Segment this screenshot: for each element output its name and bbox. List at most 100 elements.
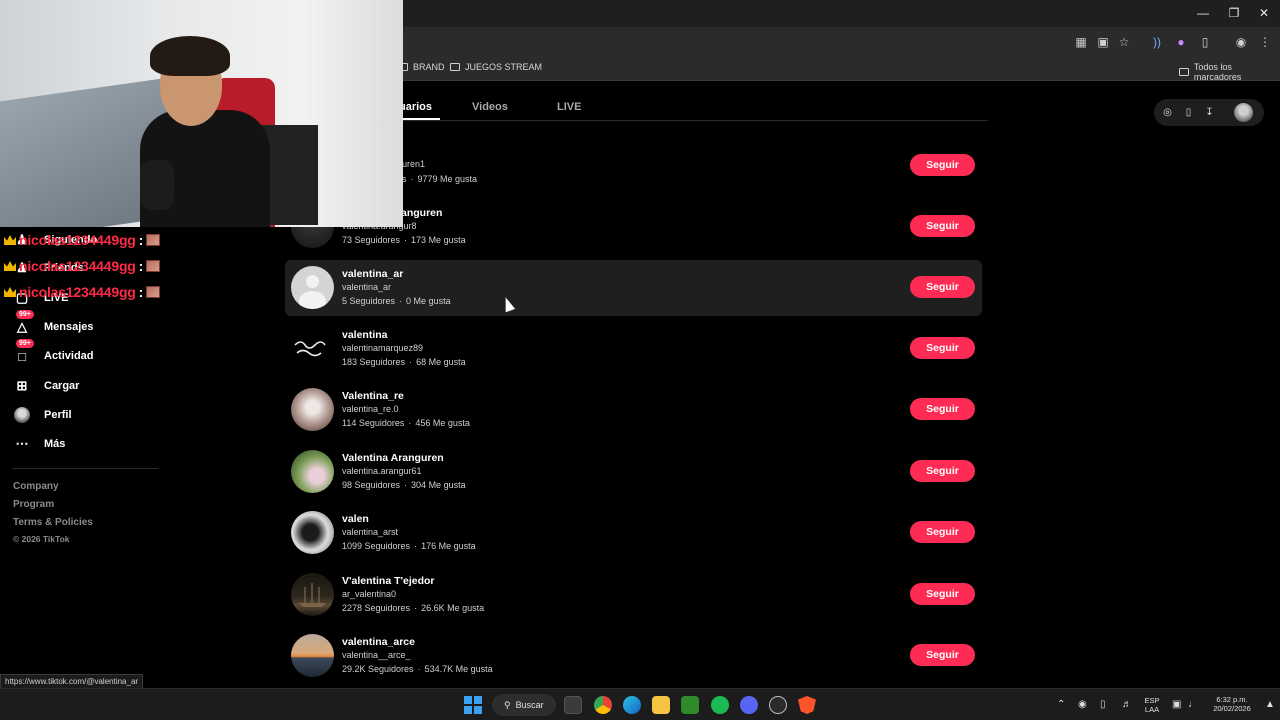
- restore-icon[interactable]: ❐: [1219, 4, 1249, 22]
- likes-count: 176 Me gusta: [421, 541, 476, 551]
- bookmark-juegos-stream[interactable]: JUEGOS STREAM: [450, 62, 542, 72]
- user-result-row[interactable]: valentina_ar valentina_ar 5 Seguidores · 0…: [285, 260, 982, 316]
- spotify-icon[interactable]: [711, 696, 729, 714]
- chat-username: nicolas1234449gg: [19, 258, 136, 274]
- chrome-app-icon[interactable]: [564, 696, 582, 714]
- user-stats: 98 Seguidores · 304 Me gusta: [342, 480, 466, 490]
- follow-button[interactable]: Seguir: [910, 337, 975, 359]
- user-handle: valentina_re.0: [342, 404, 399, 414]
- user-result-row[interactable]: V'alentina T'ejedor ar_valentina0 2278 S…: [285, 567, 982, 623]
- follow-button[interactable]: Seguir: [910, 460, 975, 482]
- chrome-icon[interactable]: [594, 696, 612, 714]
- user-display-name: Valentina_re: [342, 390, 404, 402]
- crown-icon: [4, 235, 16, 245]
- user-display-name: valentina_arce: [342, 636, 415, 648]
- likes-count: 456 Me gusta: [415, 418, 470, 428]
- clock[interactable]: 6:32 p.m. 20/02/2026: [1205, 695, 1259, 713]
- chat-message: nicolas1234449gg :: [4, 232, 161, 248]
- user-result-row[interactable]: valen valentina_arst 1099 Seguidores · 176…: [285, 505, 982, 561]
- user-avatar[interactable]: [291, 573, 334, 616]
- install-app-icon[interactable]: ▣: [1094, 33, 1112, 51]
- user-avatar[interactable]: [291, 450, 334, 493]
- user-avatar[interactable]: [291, 388, 334, 431]
- follow-button[interactable]: Seguir: [910, 398, 975, 420]
- tab-live[interactable]: LIVE: [557, 101, 581, 113]
- more-icon: ⋯: [15, 436, 29, 451]
- minimize-icon[interactable]: —: [1188, 4, 1218, 22]
- user-result-row[interactable]: valentina valentinamarquez89 183 Seguido…: [285, 321, 982, 377]
- likes-count: 534.7K Me gusta: [424, 664, 493, 674]
- compass-icon[interactable]: ◎: [1160, 105, 1175, 120]
- sidebar-item-upload[interactable]: ⊞ Cargar: [12, 374, 80, 398]
- likes-count: 0 Me gusta: [406, 296, 451, 306]
- followers-count: 98 Seguidores: [342, 480, 401, 490]
- follow-button[interactable]: Seguir: [910, 215, 975, 237]
- follow-button[interactable]: Seguir: [910, 644, 975, 666]
- bookmark-brand[interactable]: BRAND: [398, 62, 445, 72]
- upload-icon: ⊞: [16, 378, 28, 393]
- obs-icon[interactable]: [769, 696, 787, 714]
- default-avatar[interactable]: [291, 266, 334, 309]
- extension-circle-icon[interactable]: ●: [1172, 33, 1190, 51]
- language-indicator[interactable]: ESP LAA: [1140, 696, 1164, 714]
- user-avatar[interactable]: [291, 327, 334, 370]
- extensions-puzzle-icon[interactable]: ▯: [1196, 33, 1214, 51]
- footer-terms-link[interactable]: Terms & Policies: [13, 517, 93, 528]
- phone-icon[interactable]: ▯: [1181, 105, 1196, 120]
- edge-icon[interactable]: [623, 696, 641, 714]
- discord-icon[interactable]: [740, 696, 758, 714]
- download-icon[interactable]: ↧: [1202, 105, 1217, 120]
- crown-icon: [4, 287, 16, 297]
- bookmark-all[interactable]: Todos los marcadores: [1179, 62, 1280, 82]
- footer-program-link[interactable]: Program: [13, 499, 54, 510]
- sidebar-item-profile[interactable]: Perfil: [12, 403, 72, 427]
- tray-app-icon[interactable]: ◉: [1078, 699, 1087, 710]
- activity-icon: □ 99+: [12, 339, 34, 366]
- likes-count: 304 Me gusta: [411, 480, 466, 490]
- volume-icon[interactable]: ♩: [1188, 699, 1198, 710]
- tray-chevron-icon[interactable]: ⌃: [1057, 699, 1065, 710]
- user-result-row[interactable]: Valentina Aranguren valentina.arangur61 …: [285, 444, 982, 500]
- bookmark-star-icon[interactable]: ☆: [1115, 33, 1133, 51]
- extension-wave-icon[interactable]: )): [1148, 33, 1166, 51]
- user-result-row[interactable]: valentina_arce valentina__arce_ 29.2K Se…: [285, 628, 982, 684]
- tab-videos[interactable]: Videos: [472, 101, 508, 113]
- close-icon[interactable]: ✕: [1249, 4, 1279, 22]
- menu-kebab-icon[interactable]: ⋮: [1256, 33, 1274, 51]
- follow-button[interactable]: Seguir: [910, 583, 975, 605]
- windows-start-icon[interactable]: [464, 696, 482, 714]
- brave-icon[interactable]: [798, 696, 816, 714]
- network-icon[interactable]: ▣: [1172, 699, 1181, 710]
- user-result-row[interactable]: Valentina_re valentina_re.0 114 Seguidor…: [285, 382, 982, 438]
- user-avatar[interactable]: [291, 511, 334, 554]
- chat-message: nicolas1234449gg :: [4, 284, 161, 300]
- folder-icon: [1179, 68, 1189, 76]
- user-stats: 73 Seguidores · 173 Me gusta: [342, 235, 466, 245]
- microphone-icon[interactable]: ♬: [1122, 699, 1132, 710]
- emote-icon: [146, 286, 161, 298]
- microphone: [140, 160, 174, 210]
- translate-icon[interactable]: ▦: [1072, 33, 1090, 51]
- likes-count: 26.6K Me gusta: [421, 603, 485, 613]
- notification-bell-icon[interactable]: ▲: [1265, 699, 1275, 710]
- follow-button[interactable]: Seguir: [910, 276, 975, 298]
- sidebar-item-more[interactable]: ⋯ Más: [12, 432, 66, 456]
- user-handle: valentina_ar: [342, 282, 392, 292]
- follow-button[interactable]: Seguir: [910, 521, 975, 543]
- footer-company-link[interactable]: Company: [13, 481, 59, 492]
- follow-button[interactable]: Seguir: [910, 154, 975, 176]
- user-stats: 29.2K Seguidores · 534.7K Me gusta: [342, 664, 493, 674]
- taskbar-search[interactable]: ⚲ Buscar: [492, 694, 556, 716]
- minecraft-icon[interactable]: [681, 696, 699, 714]
- sidebar-item-activity[interactable]: □ 99+ Actividad: [12, 339, 94, 368]
- user-avatar[interactable]: [1234, 103, 1253, 122]
- footer-copyright: © 2026 TikTok: [13, 534, 70, 544]
- profile-avatar-icon[interactable]: ◉: [1232, 33, 1250, 51]
- sidebar-item-messages[interactable]: △ 99+ Mensajes: [12, 310, 94, 339]
- tab-users[interactable]: uarios: [399, 101, 432, 113]
- file-explorer-icon[interactable]: [652, 696, 670, 714]
- user-handle: valentinamarquez89: [342, 343, 424, 353]
- user-display-name: valen: [342, 513, 369, 525]
- battery-icon[interactable]: ▯: [1100, 699, 1106, 710]
- user-avatar[interactable]: [291, 634, 334, 677]
